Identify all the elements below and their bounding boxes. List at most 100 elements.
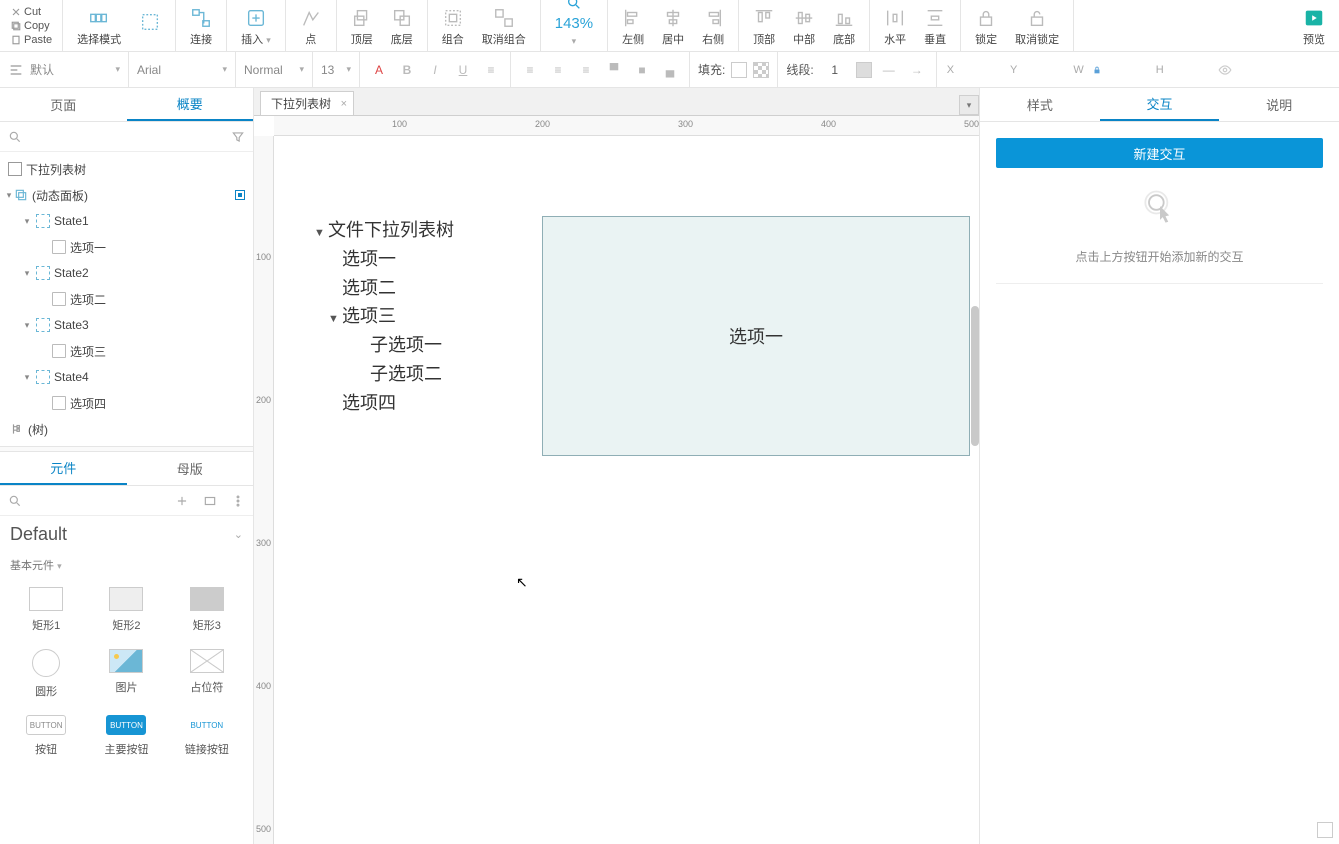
line-style-button[interactable]: —: [878, 59, 900, 81]
paste-button[interactable]: Paste: [10, 34, 52, 46]
select-contained-button[interactable]: [139, 11, 161, 47]
tab-style[interactable]: 样式: [980, 88, 1100, 121]
zoom-value: 143%: [555, 15, 593, 32]
bullets-button[interactable]: ≡: [480, 59, 502, 81]
library-folder-icon[interactable]: [203, 494, 217, 508]
distribute-h-button[interactable]: 水平: [884, 7, 906, 47]
align-middle-button[interactable]: 中部: [793, 7, 815, 47]
valign-top-button[interactable]: ▀: [603, 59, 625, 81]
outline-option4[interactable]: 选项四: [0, 390, 253, 416]
style-icon: [8, 62, 24, 78]
group-button[interactable]: 组合: [442, 7, 464, 47]
preview-button[interactable]: 预览: [1303, 7, 1325, 47]
insert-button[interactable]: 插入 ▾: [241, 7, 271, 47]
outline-root[interactable]: 下拉列表树: [0, 156, 253, 182]
widget-ellipse[interactable]: 圆形: [10, 649, 82, 699]
widget-primary-button[interactable]: BUTTON主要按钮: [90, 715, 162, 757]
copy-button[interactable]: Copy: [10, 20, 50, 32]
align-text-right-button[interactable]: ≡: [575, 59, 597, 81]
align-top-button[interactable]: 顶部: [753, 7, 775, 47]
select-mode-button[interactable]: 选择模式: [77, 7, 121, 47]
outline-state3[interactable]: ▾State3: [0, 312, 253, 338]
unlock-button[interactable]: 取消锁定: [1015, 7, 1059, 47]
tab-interactions[interactable]: 交互: [1100, 88, 1220, 121]
coord-h-input[interactable]: [1172, 64, 1212, 76]
style-select[interactable]: 默认▾: [30, 61, 120, 78]
align-center-button[interactable]: 居中: [662, 7, 684, 47]
cut-button[interactable]: Cut: [10, 6, 41, 18]
coord-y-input[interactable]: [1025, 64, 1065, 76]
valign-bottom-button[interactable]: ▄: [659, 59, 681, 81]
tab-dropdown-icon[interactable]: ▾: [959, 95, 979, 115]
scrollbar-vertical[interactable]: [969, 136, 979, 844]
outline-tree-widget[interactable]: (树): [0, 416, 253, 442]
align-right-button[interactable]: 右侧: [702, 7, 724, 47]
filter-icon[interactable]: [231, 130, 245, 144]
widget-button[interactable]: BUTTON按钮: [10, 715, 82, 757]
send-back-button[interactable]: 底层: [391, 7, 413, 47]
canvas-tree-widget[interactable]: ▼文件下拉列表树 选项一 选项二 ▼选项三 子选项一 子选项二 选项四: [314, 216, 454, 418]
line-width-input[interactable]: [820, 63, 850, 77]
line-label: 线段:: [786, 61, 813, 78]
widget-placeholder[interactable]: 占位符: [171, 649, 243, 699]
tab-masters[interactable]: 母版: [127, 452, 254, 485]
coord-w-input[interactable]: [1108, 64, 1148, 76]
outline-option1[interactable]: 选项一: [0, 234, 253, 260]
ungroup-button[interactable]: 取消组合: [482, 7, 526, 47]
canvas-stage[interactable]: ▼文件下拉列表树 选项一 选项二 ▼选项三 子选项一 子选项二 选项四 选项一: [274, 136, 979, 844]
new-interaction-button[interactable]: 新建交互: [996, 138, 1323, 168]
lock-icon[interactable]: [1092, 65, 1102, 75]
canvas-dynamic-panel[interactable]: 选项一: [542, 216, 970, 456]
coord-x-input[interactable]: [962, 64, 1002, 76]
widget-rect3[interactable]: 矩形3: [171, 587, 243, 633]
arrow-button[interactable]: →: [906, 59, 928, 81]
outline-state4[interactable]: ▾State4: [0, 364, 253, 390]
fill-opacity-swatch[interactable]: [753, 62, 769, 78]
visibility-icon[interactable]: [1218, 63, 1232, 77]
size-select[interactable]: 13▾: [321, 63, 351, 77]
connect-button[interactable]: 连接: [190, 7, 212, 47]
resize-corner-icon[interactable]: [1317, 822, 1333, 838]
valign-middle-button[interactable]: ■: [631, 59, 653, 81]
underline-button[interactable]: U: [452, 59, 474, 81]
outline-state1[interactable]: ▾State1: [0, 208, 253, 234]
state-icon: [36, 214, 50, 228]
state-icon: [36, 370, 50, 384]
widget-rect2[interactable]: 矩形2: [90, 587, 162, 633]
tab-widgets[interactable]: 元件: [0, 452, 127, 485]
widget-link-button[interactable]: BUTTON链接按钮: [171, 715, 243, 757]
align-left-button[interactable]: 左侧: [622, 7, 644, 47]
canvas-tab[interactable]: 下拉列表树×: [260, 91, 354, 115]
library-section[interactable]: 基本元件 ▾: [0, 553, 253, 577]
outline-state2[interactable]: ▾State2: [0, 260, 253, 286]
fill-color-swatch[interactable]: [731, 62, 747, 78]
weight-select[interactable]: Normal▾: [244, 63, 304, 77]
tab-notes[interactable]: 说明: [1219, 88, 1339, 121]
search-icon[interactable]: [8, 494, 22, 508]
lock-button[interactable]: 锁定: [975, 7, 997, 47]
tab-pages[interactable]: 页面: [0, 88, 127, 121]
italic-button[interactable]: I: [424, 59, 446, 81]
bring-front-button[interactable]: 顶层: [351, 7, 373, 47]
search-icon[interactable]: [8, 130, 22, 144]
point-button[interactable]: 点: [300, 7, 322, 47]
library-select[interactable]: Default⌄: [0, 516, 253, 553]
bold-button[interactable]: B: [396, 59, 418, 81]
font-select[interactable]: Arial▾: [137, 63, 227, 77]
tab-outline[interactable]: 概要: [127, 88, 254, 121]
widget-rect1[interactable]: 矩形1: [10, 587, 82, 633]
align-bottom-button[interactable]: 底部: [833, 7, 855, 47]
align-text-center-button[interactable]: ≡: [547, 59, 569, 81]
zoom-control[interactable]: 143% ▾: [555, 0, 593, 47]
text-color-button[interactable]: A: [368, 59, 390, 81]
line-color-swatch[interactable]: [856, 62, 872, 78]
more-icon[interactable]: [231, 494, 245, 508]
outline-dynamic-panel[interactable]: ▾(动态面板): [0, 182, 253, 208]
distribute-v-button[interactable]: 垂直: [924, 7, 946, 47]
align-text-left-button[interactable]: ≡: [519, 59, 541, 81]
widget-image[interactable]: 图片: [90, 649, 162, 699]
outline-option3[interactable]: 选项三: [0, 338, 253, 364]
outline-option2[interactable]: 选项二: [0, 286, 253, 312]
close-icon[interactable]: ×: [341, 98, 347, 110]
add-library-icon[interactable]: [175, 494, 189, 508]
